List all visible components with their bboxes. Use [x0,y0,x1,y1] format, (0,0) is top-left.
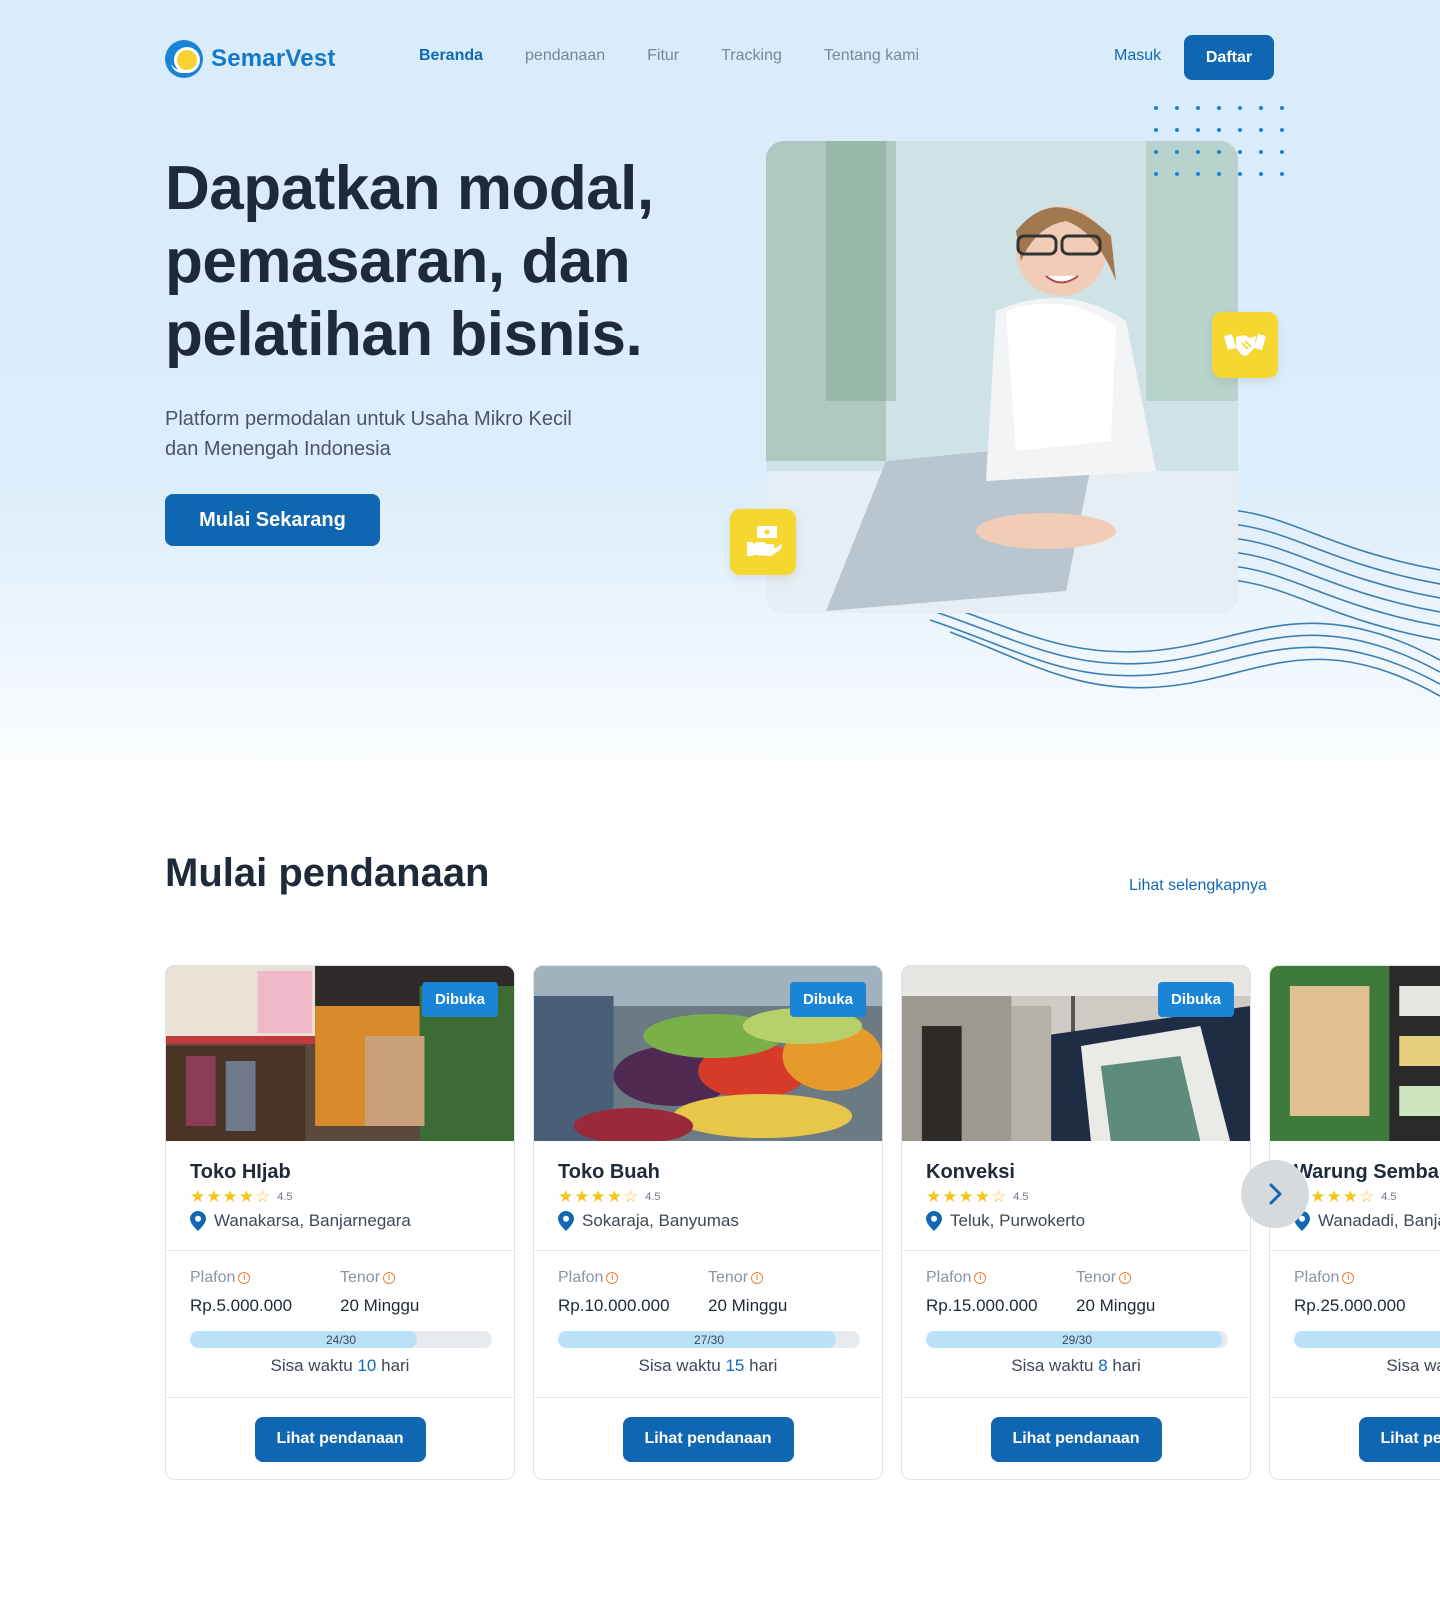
logo-icon [165,40,203,78]
business-photo: Dibuka [166,966,514,1141]
star-rating-icon: ★★★★☆ [926,1187,1008,1207]
tenor-value: 20 Minggu [1076,1296,1156,1315]
plafon-label: Plafon i [190,1269,340,1287]
location: Sokaraja, Banyumas [558,1211,858,1231]
funding-card-3[interactable]: Dibuka Konveksi ★★★★☆ 4.5 Teluk, Purwoke… [901,965,1251,1480]
time-left: Sisa waktu 10 hari [270,1356,410,1375]
location-pin-icon [190,1211,206,1231]
funding-progress-bar [1294,1331,1440,1348]
hero-title: Dapatkan modal, pemasaran, dan pelatihan… [165,154,654,369]
star-rating-icon: ★★★★☆ [190,1187,272,1207]
business-name: Toko Buah [558,1161,660,1183]
location: Wanakarsa, Banjarnegara [190,1211,490,1231]
business-name: Toko HIjab [190,1161,291,1183]
view-funding-button[interactable]: Lihat pendanaan [1358,1416,1440,1462]
plafon-value: Rp.25.000.000 [1294,1296,1406,1315]
view-funding-button[interactable]: Lihat pendanaan [622,1416,794,1462]
brand-name: SemarVest [211,45,336,72]
plafon-label: Plafon i [926,1269,1076,1287]
funding-card-2[interactable]: Dibuka Toko Buah ★★★★☆ 4.5 Sokaraja, Ban… [533,965,883,1480]
register-button[interactable]: Daftar [1184,35,1274,80]
progress-text: 27/30 [693,1332,725,1347]
business-photo: Dibuka [534,966,882,1141]
rating-value: 4.5 [1381,1191,1397,1203]
tenor-value: 20 Minggu [340,1296,420,1315]
info-icon[interactable]: i [1342,1272,1355,1284]
funding-cards-carousel: Dibuka Toko HIjab ★★★★☆ 4.5 Wanakarsa, B… [165,965,1440,1485]
location: Teluk, Purwokerto [926,1211,1226,1231]
funding-progress-bar: 24/30 [190,1331,492,1348]
rating: ★★★★☆ 4.5 [926,1188,1226,1206]
business-name: Konveksi [926,1161,1015,1183]
nav-link-tracking[interactable]: Tracking [721,47,782,65]
time-left: Sisa waktu hari [1386,1356,1440,1375]
plafon-label: Plafon i [1294,1269,1440,1287]
location-pin-icon [558,1211,574,1231]
info-icon[interactable]: i [751,1272,764,1284]
top-navigation: SemarVest Beranda pendanaan Fitur Tracki… [0,0,1440,115]
location-text: Teluk, Purwokerto [950,1211,1086,1230]
brand-logo[interactable]: SemarVest [165,40,336,78]
plafon-value: Rp.10.000.000 [558,1296,670,1315]
view-funding-button[interactable]: Lihat pendanaan [990,1416,1162,1462]
tenor-label: Tenor i [708,1269,858,1287]
funding-progress-bar: 29/30 [926,1331,1228,1348]
info-icon[interactable]: i [1119,1272,1132,1284]
rating: ★★★★☆ 4.5 [1294,1188,1440,1206]
plafon-value: Rp.15.000.000 [926,1296,1038,1315]
nav-link-fitur[interactable]: Fitur [647,47,679,65]
info-icon[interactable]: i [238,1272,251,1284]
view-funding-button[interactable]: Lihat pendanaan [254,1416,426,1462]
status-badge: Dibuka [422,982,498,1017]
status-badge: Dibuka [1158,982,1234,1017]
funding-card-1[interactable]: Dibuka Toko HIjab ★★★★☆ 4.5 Wanakarsa, B… [165,965,515,1480]
rating-value: 4.5 [1013,1191,1029,1203]
login-link[interactable]: Masuk [1114,47,1161,65]
nav-link-pendanaan[interactable]: pendanaan [525,47,605,65]
location: Wanadadi, Banjarnegara [1294,1211,1440,1231]
chevron-right-icon [1269,1183,1282,1205]
progress-text: 29/30 [1061,1332,1093,1347]
location-text: Wanadadi, Banjarnegara [1318,1211,1440,1230]
handshake-icon [1212,312,1278,378]
progress-text [1294,1331,1440,1348]
nav-link-beranda[interactable]: Beranda [419,47,483,65]
star-rating-icon: ★★★★☆ [558,1187,640,1207]
info-icon[interactable]: i [974,1272,987,1284]
hero-photo [766,141,1238,613]
business-name: Warung Sembako [1294,1161,1440,1183]
location-pin-icon [926,1211,942,1231]
plafon-value: Rp.5.000.000 [190,1296,293,1315]
start-now-button[interactable]: Mulai Sekarang [165,494,380,546]
rating-value: 4.5 [277,1191,293,1203]
nav-link-tentang-kami[interactable]: Tentang kami [824,47,919,65]
hand-money-icon [730,509,796,575]
see-more-link[interactable]: Lihat selengkapnya [1129,877,1267,895]
info-icon[interactable]: i [383,1272,396,1284]
plafon-label: Plafon i [558,1269,708,1287]
info-icon[interactable]: i [606,1272,619,1284]
nav-links: Beranda pendanaan Fitur Tracking Tentang… [419,47,919,65]
business-photo: Dibuka [1270,966,1440,1141]
location-text: Wanakarsa, Banjarnegara [214,1211,411,1230]
hero-subtitle: Platform permodalan untuk Usaha Mikro Ke… [165,408,572,460]
progress-text: 24/30 [325,1332,357,1347]
carousel-next-button[interactable] [1241,1160,1309,1228]
tenor-value: 20 Minggu [708,1296,788,1315]
rating: ★★★★☆ 4.5 [190,1188,490,1206]
time-left: Sisa waktu 8 hari [1011,1356,1141,1375]
tenor-label: Tenor i [1076,1269,1226,1287]
time-left: Sisa waktu 15 hari [638,1356,778,1375]
funding-progress-bar: 27/30 [558,1331,860,1348]
funding-card-4[interactable]: Dibuka Warung Sembako ★★★★☆ 4.5 Wanadadi… [1269,965,1440,1480]
tenor-label: Tenor i [340,1269,490,1287]
rating-value: 4.5 [645,1191,661,1203]
business-photo: Dibuka [902,966,1250,1141]
status-badge: Dibuka [790,982,866,1017]
rating: ★★★★☆ 4.5 [558,1188,858,1206]
section-title: Mulai pendanaan [165,851,490,895]
decorative-dots [1154,106,1284,176]
location-text: Sokaraja, Banyumas [582,1211,739,1230]
